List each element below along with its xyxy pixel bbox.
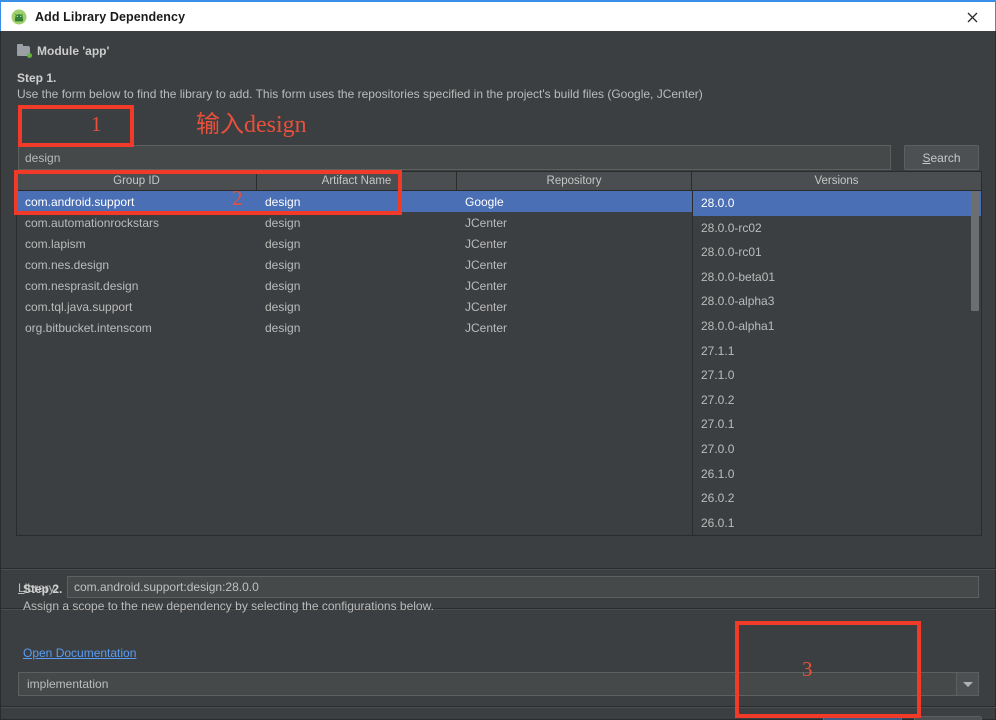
cancel-button[interactable]: Cancel — [914, 716, 982, 720]
cell-artifact-name: design — [265, 278, 301, 293]
table-row[interactable]: com.android.support design Google — [17, 191, 692, 212]
column-header-artifact-name[interactable]: Artifact Name — [257, 172, 457, 190]
library-input[interactable] — [67, 576, 979, 598]
cell-group-id: com.android.support — [25, 194, 135, 209]
cell-repository: JCenter — [465, 278, 508, 293]
table-row[interactable]: com.nesprasit.design design JCenter — [17, 275, 692, 296]
table-row[interactable]: com.nes.design design JCenter — [17, 254, 692, 275]
version-list-item[interactable]: 28.0.0-rc02 — [693, 216, 981, 241]
version-list-item[interactable]: 26.0.1 — [693, 511, 981, 536]
table-header-row: Group ID Artifact Name Repository Versio… — [17, 172, 981, 191]
module-label: Module 'app' — [37, 44, 110, 58]
chevron-down-icon[interactable] — [956, 673, 978, 695]
version-list-item[interactable]: 27.1.1 — [693, 339, 981, 364]
cell-artifact-name: design — [265, 299, 301, 314]
cell-repository: JCenter — [465, 236, 508, 251]
versions-pane[interactable]: 28.0.0 28.0.0-rc02 28.0.0-rc01 28.0.0-be… — [693, 191, 981, 536]
version-list-item[interactable]: 28.0.0-alpha3 — [693, 289, 981, 314]
divider-bottom — [1, 706, 996, 708]
versions-scrollbar-thumb[interactable] — [971, 191, 979, 311]
version-list-item[interactable]: 28.0.0 — [693, 191, 981, 216]
results-panes: com.android.support design Google com.au… — [17, 191, 981, 536]
divider-top — [1, 568, 996, 570]
dialog-body: Module 'app' Step 1. Use the form below … — [0, 31, 996, 720]
version-list-item[interactable]: 27.0.1 — [693, 412, 981, 437]
results-table[interactable]: Group ID Artifact Name Repository Versio… — [16, 171, 982, 536]
open-documentation-link[interactable]: Open Documentation — [23, 646, 136, 660]
column-header-group-id[interactable]: Group ID — [17, 172, 257, 190]
cell-group-id: com.lapism — [25, 236, 86, 251]
cell-group-id: com.nes.design — [25, 257, 110, 272]
android-icon — [11, 9, 27, 25]
cell-artifact-name: design — [265, 257, 301, 272]
version-list-item[interactable]: 27.0.2 — [693, 388, 981, 413]
step1-title: Step 1. — [17, 71, 57, 85]
cell-artifact-name: design — [265, 194, 301, 209]
cell-artifact-name: design — [265, 320, 301, 335]
cell-repository: JCenter — [465, 299, 508, 314]
module-row: Module 'app' — [17, 44, 109, 58]
column-header-repository[interactable]: Repository — [457, 172, 692, 190]
step2-description: Assign a scope to the new dependency by … — [23, 599, 434, 613]
table-row[interactable]: com.tql.java.support design JCenter — [17, 296, 692, 317]
search-button[interactable]: Search — [904, 145, 979, 170]
version-list-item[interactable]: 28.0.0-rc01 — [693, 240, 981, 265]
cell-repository: JCenter — [465, 257, 508, 272]
version-list-item[interactable]: 26.0.2 — [693, 486, 981, 511]
scope-select-value: implementation — [27, 677, 109, 691]
search-input[interactable] — [18, 145, 891, 170]
cell-repository: Google — [465, 194, 504, 209]
module-folder-icon — [17, 44, 32, 58]
coordinates-pane[interactable]: com.android.support design Google com.au… — [17, 191, 693, 536]
cell-group-id: com.nesprasit.design — [25, 278, 139, 293]
cell-group-id: com.tql.java.support — [25, 299, 133, 314]
step1-description: Use the form below to find the library t… — [17, 87, 703, 101]
table-row[interactable]: com.automationrockstars design JCenter — [17, 212, 692, 233]
close-icon[interactable] — [949, 2, 995, 32]
cell-artifact-name: design — [265, 215, 301, 230]
cell-repository: JCenter — [465, 215, 508, 230]
table-row[interactable]: org.bitbucket.intenscom design JCenter — [17, 317, 692, 338]
cell-group-id: com.automationrockstars — [25, 215, 160, 230]
column-header-versions[interactable]: Versions — [692, 172, 981, 190]
version-list-item[interactable]: 28.0.0-alpha1 — [693, 314, 981, 339]
window-title-bar: Add Library Dependency — [0, 0, 996, 31]
ok-button[interactable]: OK — [823, 716, 902, 720]
table-row[interactable]: com.lapism design JCenter — [17, 233, 692, 254]
step2-title: Step 2. — [23, 582, 63, 596]
window-title: Add Library Dependency — [35, 9, 186, 24]
version-list-item[interactable]: 27.0.0 — [693, 437, 981, 462]
cell-artifact-name: design — [265, 236, 301, 251]
version-list-item[interactable]: 26.1.0 — [693, 462, 981, 487]
version-list-item[interactable]: 28.0.0-beta01 — [693, 265, 981, 290]
scope-select[interactable]: implementation — [18, 672, 979, 696]
cell-group-id: org.bitbucket.intenscom — [25, 320, 152, 335]
cell-repository: JCenter — [465, 320, 508, 335]
version-list-item[interactable]: 27.1.0 — [693, 363, 981, 388]
